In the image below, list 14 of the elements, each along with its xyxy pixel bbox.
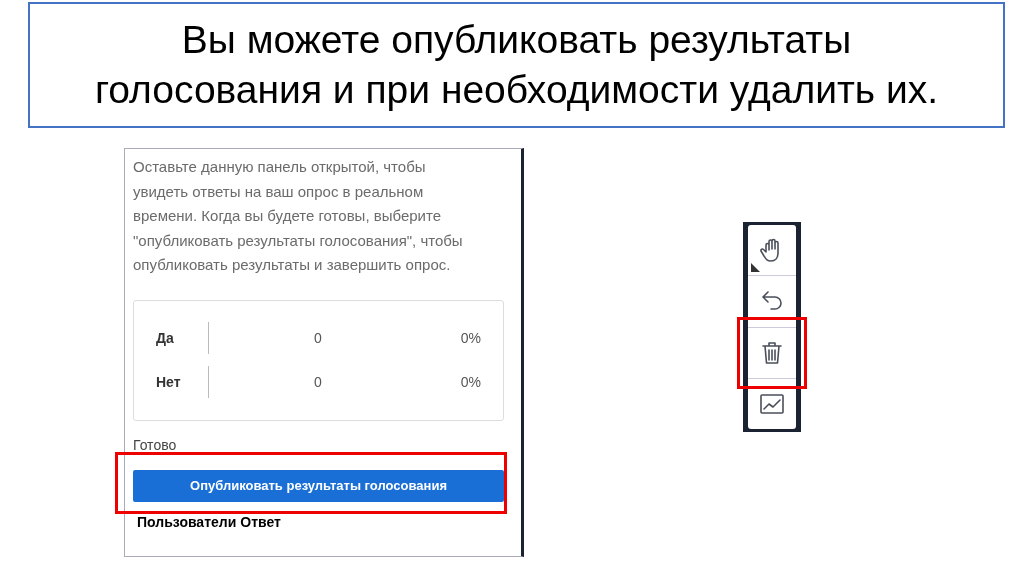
answer-count: 0: [314, 328, 323, 348]
status-text: Готово: [133, 435, 178, 455]
corner-triangle-icon: [751, 263, 760, 273]
answer-percent: 0%: [460, 328, 481, 348]
answer-label: Да: [156, 328, 175, 348]
answer-label: Нет: [156, 372, 182, 392]
answer-count: 0: [314, 372, 323, 392]
slide-title: Вы можете опубликовать результаты: [181, 17, 852, 63]
column-header: Пользователи: [137, 512, 237, 532]
column-header: Ответ: [240, 512, 281, 532]
answer-percent: 0%: [460, 372, 481, 392]
slide-title: голосования и при необходимости удалить их.: [94, 67, 939, 113]
publish-button[interactable]: Опубликовать результаты голосования: [133, 469, 504, 502]
instructions-text: Оставьте данную панель открытой, чтобы увидеть ответы на ваш опрос в реальном времени. Когда вы будете готовы, выберите "опубликовать результаты голосования", чтобы опубликовать результаты и завершить опрос.: [133, 157, 464, 275]
